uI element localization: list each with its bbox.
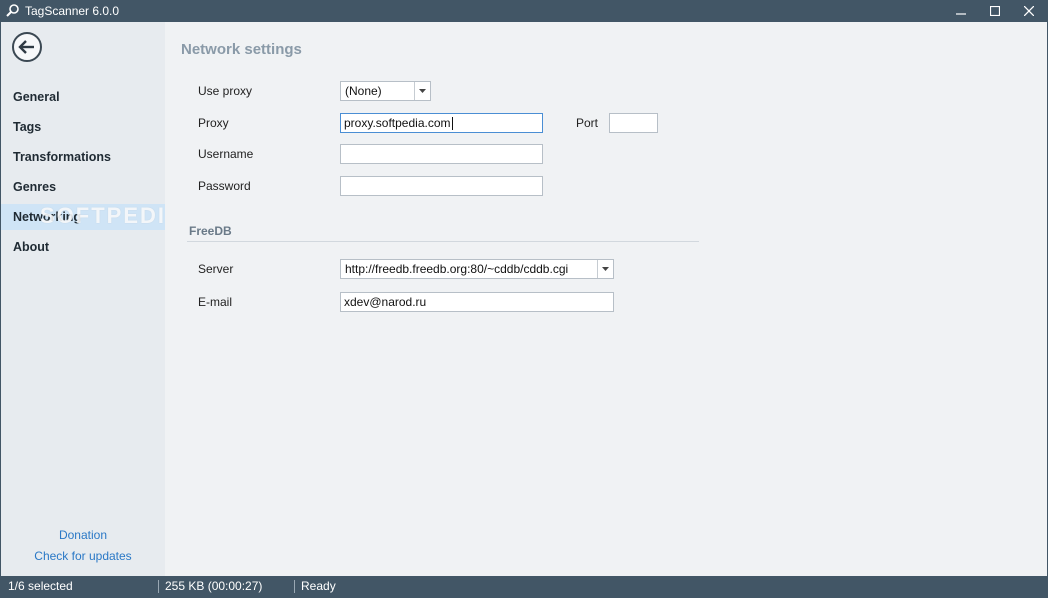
sidebar-item-transformations[interactable]: Transformations [1, 144, 165, 170]
proxy-input[interactable]: proxy.softpedia.com [340, 113, 543, 133]
email-label: E-mail [198, 295, 233, 309]
use-proxy-select[interactable]: (None) [340, 81, 431, 101]
maximize-icon [990, 6, 1000, 16]
check-updates-link[interactable]: Check for updates [1, 549, 165, 563]
divider [187, 241, 699, 242]
port-input[interactable] [609, 113, 658, 133]
size-status: 255 KB (00:00:27) [165, 579, 263, 593]
selection-status: 1/6 selected [8, 579, 73, 593]
back-button[interactable] [12, 32, 42, 62]
minimize-button[interactable] [944, 0, 978, 22]
status-separator [158, 580, 159, 593]
page-title: Network settings [181, 41, 302, 58]
close-icon [1024, 6, 1034, 16]
username-input[interactable] [340, 144, 543, 164]
chevron-down-icon [602, 267, 609, 271]
app-icon [6, 4, 19, 17]
sidebar-item-genres[interactable]: Genres [1, 174, 165, 200]
status-separator [294, 580, 295, 593]
maximize-button[interactable] [978, 0, 1012, 22]
arrow-left-icon [18, 40, 34, 54]
proxy-label: Proxy [198, 116, 229, 130]
password-label: Password [198, 179, 251, 193]
sidebar-item-general[interactable]: General [1, 84, 165, 110]
port-label: Port [576, 116, 599, 130]
sidebar: General Tags Transformations Genres Netw… [1, 22, 165, 576]
text-caret [451, 117, 453, 131]
password-input[interactable] [340, 176, 543, 196]
watermark: SOFTPEDIA [40, 203, 184, 228]
ready-status: Ready [301, 579, 336, 593]
main-panel: Network settings Use proxy (None) Proxy … [165, 22, 1047, 576]
chevron-down-icon [419, 89, 426, 93]
server-label: Server [198, 262, 234, 276]
username-label: Username [198, 147, 254, 161]
minimize-icon [956, 13, 966, 15]
close-button[interactable] [1012, 0, 1046, 22]
dropdown-button[interactable] [597, 260, 613, 278]
email-input[interactable]: xdev@narod.ru [340, 292, 614, 312]
use-proxy-value: (None) [345, 84, 382, 98]
proxy-value: proxy.softpedia.com [344, 116, 451, 130]
status-bar: 1/6 selected 255 KB (00:00:27) Ready [0, 576, 1048, 598]
sidebar-item-tags[interactable]: Tags [1, 114, 165, 140]
server-select[interactable]: http://freedb.freedb.org:80/~cddb/cddb.c… [340, 259, 614, 279]
use-proxy-label: Use proxy [198, 84, 253, 98]
sidebar-item-about[interactable]: About [1, 234, 165, 260]
dropdown-button[interactable] [414, 82, 430, 100]
donation-link[interactable]: Donation [1, 528, 165, 542]
server-value: http://freedb.freedb.org:80/~cddb/cddb.c… [345, 262, 569, 276]
title-bar: TagScanner 6.0.0 [0, 0, 1048, 22]
window-title: TagScanner 6.0.0 [25, 4, 120, 18]
freedb-group-title: FreeDB [189, 224, 232, 238]
